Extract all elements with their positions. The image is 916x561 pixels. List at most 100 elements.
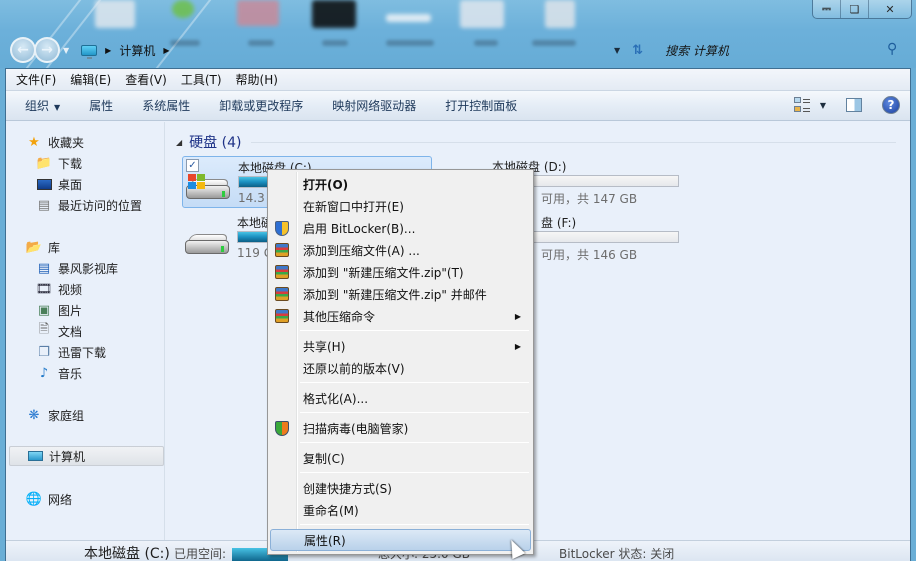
open-control-panel-button[interactable]: 打开控制面板 [445, 97, 517, 114]
video-library-icon: ▤ [37, 260, 51, 276]
nav-videos[interactable]: 🎞 视频 [36, 279, 82, 299]
library-icon: ❐ [38, 344, 50, 360]
menu-help[interactable]: 帮助(H) [236, 71, 278, 88]
preview-pane-icon[interactable] [846, 98, 862, 112]
nav-homegroup[interactable]: ❋ 家庭组 [26, 405, 84, 425]
nav-libraries[interactable]: 📂 库 [26, 237, 60, 257]
menu-item-properties[interactable]: 属性(R) [270, 529, 531, 551]
winrar-icon [275, 243, 289, 257]
nav-pictures[interactable]: ▣ 图片 [36, 300, 82, 320]
nav-music[interactable]: ♪ 音乐 [36, 363, 82, 383]
details-used-label: 已用空间: [174, 547, 227, 561]
back-button[interactable]: ← [10, 37, 36, 63]
nav-label: 最近访问的位置 [58, 198, 143, 213]
menu-item-label: 在新窗口中打开(E) [303, 199, 404, 214]
menu-item-restore-versions[interactable]: 还原以前的版本(V) [270, 357, 531, 379]
winrar-icon [275, 265, 289, 279]
music-note-icon: ♪ [39, 365, 49, 381]
document-icon: 🗎 [38, 322, 50, 337]
checkbox[interactable]: ✓ [186, 159, 199, 172]
submenu-arrow-icon: ▶ [514, 311, 521, 321]
map-network-drive-button[interactable]: 映射网络驱动器 [332, 97, 416, 114]
refresh-icon[interactable]: ⇅ [632, 43, 643, 58]
menu-bar: 文件(F) 编辑(E) 查看(V) 工具(T) 帮助(H) [6, 69, 910, 91]
film-icon: 🎞 [35, 281, 53, 297]
desktop-icon-blur [545, 0, 575, 28]
maximize-button[interactable]: ❏ [841, 0, 869, 18]
minimize-button[interactable]: ⎓ [813, 0, 841, 18]
group-divider [251, 141, 896, 143]
breadcrumb-chevron-icon[interactable]: ▶ [163, 46, 169, 55]
menu-item-add-to-zip[interactable]: 添加到 "新建压缩文件.zip"(T) [270, 261, 531, 283]
nav-xunlei-downloads[interactable]: ❐ 迅雷下载 [36, 342, 106, 362]
uninstall-program-button[interactable]: 卸载或更改程序 [219, 97, 303, 114]
nav-label: 迅雷下载 [58, 345, 107, 360]
menu-edit[interactable]: 编辑(E) [70, 71, 111, 88]
nav-baofeng-library[interactable]: ▤ 暴风影视库 [36, 258, 118, 278]
libraries-folder-icon: 📂 [25, 239, 43, 255]
system-properties-button[interactable]: 系统属性 [142, 97, 190, 114]
menu-item-other-compress[interactable]: 其他压缩命令 ▶ [270, 305, 531, 327]
navigation-bar: ← → ▼ ▶ 计算机 ▶ [10, 36, 177, 64]
desktop-icon [36, 176, 52, 192]
nav-label: 计算机 [49, 449, 86, 464]
close-button[interactable]: ✕ [869, 0, 911, 18]
menu-item-open[interactable]: 打开(O) [270, 173, 531, 195]
menu-item-add-to-archive[interactable]: 添加到压缩文件(A) ... [270, 239, 531, 261]
nav-label: 音乐 [58, 366, 83, 381]
properties-button[interactable]: 属性 [89, 97, 113, 114]
menu-file[interactable]: 文件(F) [16, 71, 56, 88]
globe-icon: 🌐 [25, 491, 43, 507]
menu-item-label: 启用 BitLocker(B)... [303, 221, 416, 236]
context-menu: 打开(O) 在新窗口中打开(E) 启用 BitLocker(B)... 添加到压… [267, 169, 534, 555]
nav-computer[interactable]: 计算机 [9, 446, 164, 466]
nav-label: 网络 [48, 492, 73, 507]
menu-item-label: 添加到 "新建压缩文件.zip" 并邮件 [303, 287, 487, 302]
pc-manager-icon [275, 420, 289, 436]
nav-recent-places[interactable]: ▤ 最近访问的位置 [36, 195, 142, 215]
menu-item-label: 格式化(A)... [303, 391, 369, 406]
nav-downloads[interactable]: 📁 下载 [36, 153, 82, 173]
help-icon[interactable]: ? [882, 96, 900, 114]
nav-desktop[interactable]: 桌面 [36, 174, 82, 194]
menu-item-scan-virus[interactable]: 扫描病毒(电脑管家) [270, 417, 531, 439]
nav-label: 家庭组 [48, 408, 85, 423]
search-input[interactable]: 搜索 计算机 [665, 42, 729, 59]
view-options-dropdown[interactable]: ▼ [820, 101, 826, 110]
nav-label: 库 [48, 240, 61, 255]
breadcrumb-chevron-icon[interactable]: ▶ [105, 46, 111, 55]
organize-button[interactable]: 组织 ▼ [25, 97, 60, 114]
hard-disks-group-header[interactable]: ◢ 硬盘 (4) [176, 132, 896, 152]
nav-favorites[interactable]: ★ 收藏夹 [26, 132, 84, 152]
hard-drive-icon [185, 234, 229, 256]
command-bar: 组织 ▼ 属性 系统属性 卸载或更改程序 映射网络驱动器 打开控制面板 ▼ ? [6, 91, 910, 121]
menu-item-copy[interactable]: 复制(C) [270, 447, 531, 469]
menu-item-rename[interactable]: 重命名(M) [270, 499, 531, 521]
forward-button[interactable]: → [34, 37, 60, 63]
recent-pages-dropdown[interactable]: ▼ [63, 46, 69, 55]
computer-icon [81, 44, 98, 59]
search-icon[interactable]: ⚲ [887, 41, 897, 57]
menu-view[interactable]: 查看(V) [125, 71, 167, 88]
organize-label: 组织 [25, 99, 50, 113]
details-bitlocker-status: BitLocker 状态: 关闭 [559, 547, 675, 561]
menu-item-add-to-zip-email[interactable]: 添加到 "新建压缩文件.zip" 并邮件 [270, 283, 531, 305]
drive-name: 盘 (F:) [541, 216, 577, 230]
nav-network[interactable]: 🌐 网络 [26, 489, 72, 509]
change-view-icon[interactable] [793, 96, 812, 114]
menu-tools[interactable]: 工具(T) [181, 71, 222, 88]
menu-item-open-new-window[interactable]: 在新窗口中打开(E) [270, 195, 531, 217]
menu-item-format[interactable]: 格式化(A)... [270, 387, 531, 409]
breadcrumb-computer[interactable]: 计算机 [119, 42, 155, 59]
menu-item-bitlocker[interactable]: 启用 BitLocker(B)... [270, 217, 531, 239]
collapse-triangle-icon[interactable]: ◢ [176, 138, 182, 147]
nav-label: 收藏夹 [48, 135, 85, 150]
menu-item-create-shortcut[interactable]: 创建快捷方式(S) [270, 477, 531, 499]
menu-item-label: 还原以前的版本(V) [303, 361, 405, 376]
menu-item-share[interactable]: 共享(H) ▶ [270, 335, 531, 357]
address-dropdown-icon[interactable]: ▼ [614, 46, 620, 55]
chevron-down-icon: ▼ [54, 103, 61, 112]
nav-label: 视频 [58, 282, 83, 297]
nav-documents[interactable]: 🗎 文档 [36, 321, 82, 341]
picture-icon: ▣ [37, 302, 51, 318]
